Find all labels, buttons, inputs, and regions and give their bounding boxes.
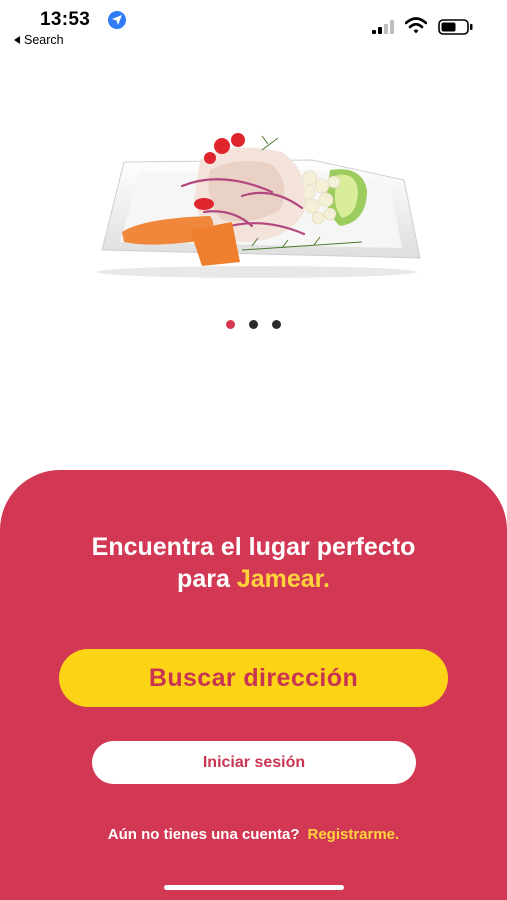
headline-line-2: para Jamear. [0, 563, 507, 595]
carousel-dot-2[interactable] [249, 320, 258, 329]
back-arrow-icon [14, 36, 20, 44]
carousel-dot-1[interactable] [226, 320, 235, 329]
back-label: Search [24, 33, 64, 47]
register-prompt: Aún no tienes una cuenta? [107, 826, 300, 843]
status-time: 13:53 [40, 9, 91, 30]
search-address-button[interactable]: Buscar dirección [59, 649, 448, 707]
wifi-icon [405, 17, 427, 34]
ceviche-dish-image [97, 133, 421, 278]
carousel-page-indicator[interactable] [0, 320, 507, 329]
location-arrow-icon [108, 11, 126, 29]
headline: Encuentra el lugar perfecto para Jamear. [0, 531, 507, 595]
register-row: Aún no tienes una cuenta? Registrarme. [0, 826, 507, 843]
cellular-signal-icon [372, 20, 394, 34]
back-to-search-button[interactable]: Search [14, 33, 64, 47]
battery-icon [438, 19, 473, 35]
register-link[interactable]: Registrarme. [307, 826, 399, 843]
headline-accent: Jamear. [236, 565, 330, 593]
status-bar: 13:53 Search [0, 0, 507, 52]
headline-prefix: para [177, 565, 237, 593]
home-indicator[interactable] [164, 885, 344, 890]
login-button[interactable]: Iniciar sesión [92, 741, 416, 784]
headline-line-1: Encuentra el lugar perfecto [91, 533, 416, 561]
carousel-dot-3[interactable] [272, 320, 281, 329]
